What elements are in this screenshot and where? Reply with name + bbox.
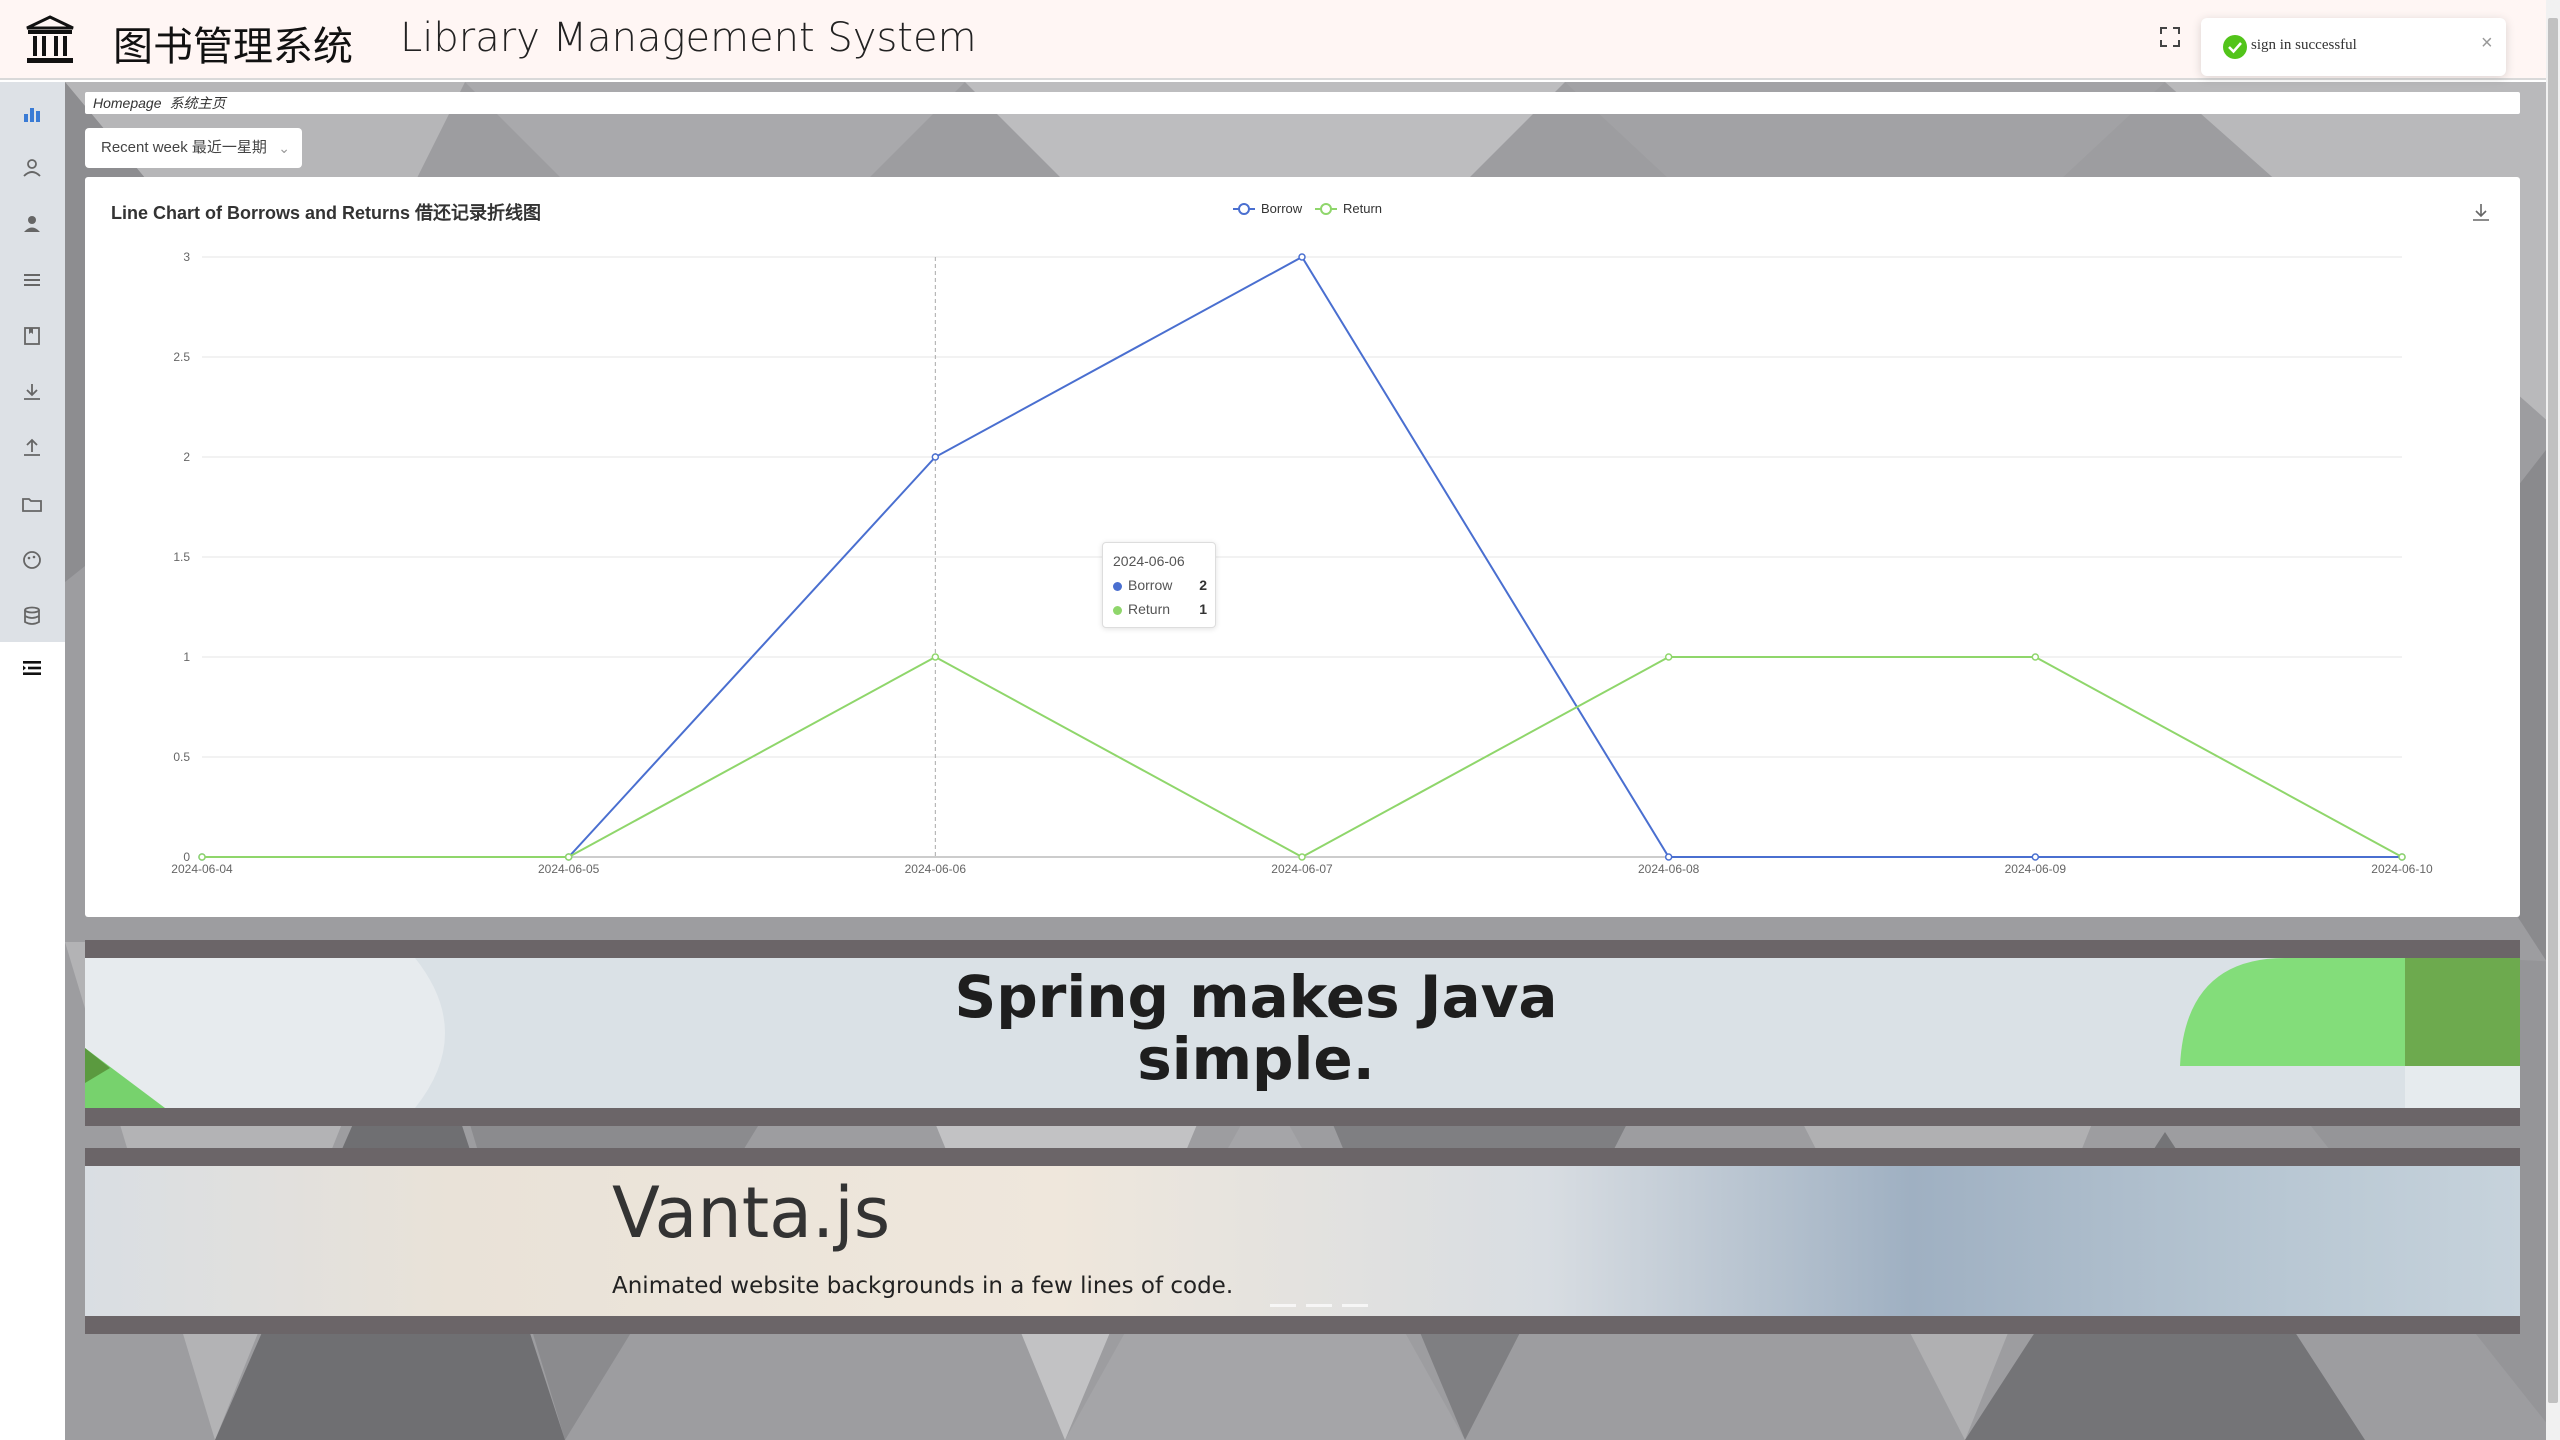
data-point-return bbox=[2398, 853, 2406, 861]
x-tick-label: 2024-06-07 bbox=[1271, 862, 1333, 876]
spring-line-1: Spring makes Java bbox=[954, 963, 1558, 1031]
user-icon[interactable] bbox=[20, 156, 44, 180]
y-tick-label: 0.5 bbox=[173, 750, 190, 764]
carousel-dot[interactable] bbox=[1270, 1304, 1296, 1307]
vanta-subtitle: Animated website backgrounds in a few li… bbox=[612, 1273, 1234, 1299]
line-chart: 00.511.522.532024-06-04 2024-06-05 2024-06… bbox=[171, 201, 2433, 876]
y-tick-label: 1.5 bbox=[173, 550, 190, 564]
user-filled-icon[interactable] bbox=[20, 212, 44, 236]
x-tick-label: 2024-06-05 bbox=[538, 862, 600, 876]
date-range-select[interactable]: Recent week 最近一星期 ⌄ bbox=[85, 128, 302, 168]
data-point-return bbox=[564, 853, 573, 861]
data-point-borrow bbox=[1664, 853, 1673, 861]
data-point-borrow bbox=[2031, 853, 2040, 861]
x-tick-label: 2024-06-09 bbox=[2005, 862, 2067, 876]
chart-title: Line Chart of Borrows and Returns 借还记录折线… bbox=[111, 203, 542, 223]
breadcrumb-current: 系统主页 bbox=[169, 95, 226, 111]
sidebar bbox=[0, 82, 65, 1440]
upload-icon[interactable] bbox=[20, 436, 44, 460]
tooltip-row-return: Return 1 bbox=[1113, 601, 1207, 617]
carousel-dot[interactable] bbox=[1342, 1304, 1368, 1307]
spring-banner-image: Spring makes Java simple. bbox=[85, 958, 2520, 1108]
data-point-borrow bbox=[931, 453, 940, 461]
vanta-banner-image: Vanta.js Animated website backgrounds in… bbox=[85, 1166, 2520, 1316]
carousel-dot[interactable] bbox=[1306, 1304, 1332, 1307]
success-toast: sign in successful × bbox=[2201, 18, 2506, 76]
y-tick-label: 2 bbox=[183, 450, 190, 464]
y-tick-label: 2.5 bbox=[173, 350, 190, 364]
date-range-value: Recent week 最近一星期 bbox=[101, 139, 267, 156]
data-point-return bbox=[1664, 653, 1673, 661]
spring-line-2: simple. bbox=[1137, 1025, 1375, 1093]
vanta-title: Vanta.js bbox=[612, 1172, 891, 1254]
data-point-return bbox=[2031, 653, 2040, 661]
tooltip-return-label: Return bbox=[1128, 601, 1171, 617]
fullscreen-icon[interactable] bbox=[2159, 26, 2181, 48]
legend-marker-borrow bbox=[1238, 203, 1250, 215]
data-point-return bbox=[1298, 853, 1306, 861]
chart-card: 0 0.5 1 1.5 2 2.5 3 2024-06-04 2024-06-05 2024-06… bbox=[85, 177, 2520, 917]
data-point-borrow bbox=[1298, 253, 1306, 261]
x-tick-label: 2024-06-06 bbox=[905, 862, 967, 876]
app-title-en: Library Management System bbox=[400, 15, 977, 61]
breadcrumb: Homepage 系统主页 bbox=[85, 92, 2520, 114]
download-icon[interactable] bbox=[20, 380, 44, 404]
palette-icon[interactable] bbox=[20, 548, 44, 572]
legend-marker-return bbox=[1320, 203, 1332, 215]
x-tick-label: 2024-06-08 bbox=[1638, 862, 1700, 876]
tooltip-borrow-label: Borrow bbox=[1128, 577, 1173, 593]
legend-label-borrow: Borrow bbox=[1261, 201, 1303, 216]
spring-banner: Spring makes Java simple. bbox=[85, 940, 2520, 1126]
y-tick-label: 1 bbox=[183, 650, 190, 664]
vanta-banner: Vanta.js Animated website backgrounds in… bbox=[85, 1148, 2520, 1334]
chart-tooltip: 2024-06-06 Borrow 2 Return 1 bbox=[1102, 542, 1216, 628]
top-header: 图书管理系统 Library Management System bbox=[0, 0, 2560, 80]
database-icon[interactable] bbox=[20, 604, 44, 628]
toast-message: sign in successful bbox=[2251, 37, 2357, 53]
legend-label-return: Return bbox=[1343, 201, 1382, 216]
y-tick-label: 3 bbox=[183, 250, 190, 264]
tooltip-return-value: 1 bbox=[1199, 601, 1207, 617]
scrollbar-thumb[interactable] bbox=[2548, 18, 2558, 1403]
chevron-down-icon: ⌄ bbox=[278, 140, 290, 156]
tooltip-borrow-value: 2 bbox=[1199, 577, 1207, 593]
app-title-cn: 图书管理系统 bbox=[113, 24, 353, 70]
download-chart-icon[interactable] bbox=[2470, 201, 2492, 223]
tooltip-row-borrow: Borrow 2 bbox=[1113, 577, 1207, 593]
tooltip-date: 2024-06-06 bbox=[1113, 553, 1185, 569]
folder-icon[interactable] bbox=[20, 492, 44, 516]
library-logo-icon bbox=[26, 15, 74, 63]
data-point-return bbox=[931, 653, 940, 661]
book-icon[interactable] bbox=[20, 324, 44, 348]
x-tick-label: 2024-06-04 bbox=[171, 862, 233, 876]
x-tick-label: 2024-06-10 bbox=[2371, 862, 2433, 876]
list-icon[interactable] bbox=[20, 268, 44, 292]
spring-headline: Spring makes Java simple. bbox=[85, 966, 2427, 1090]
breadcrumb-home[interactable]: Homepage bbox=[93, 95, 162, 111]
chart-icon[interactable] bbox=[20, 102, 44, 126]
menu-toggle-icon[interactable] bbox=[20, 656, 44, 680]
borrow-dot-icon bbox=[1113, 581, 1122, 591]
data-point-return bbox=[198, 853, 206, 861]
return-dot-icon bbox=[1113, 605, 1122, 615]
toast-close-icon[interactable]: × bbox=[2481, 32, 2493, 55]
success-check-icon bbox=[2223, 35, 2247, 59]
